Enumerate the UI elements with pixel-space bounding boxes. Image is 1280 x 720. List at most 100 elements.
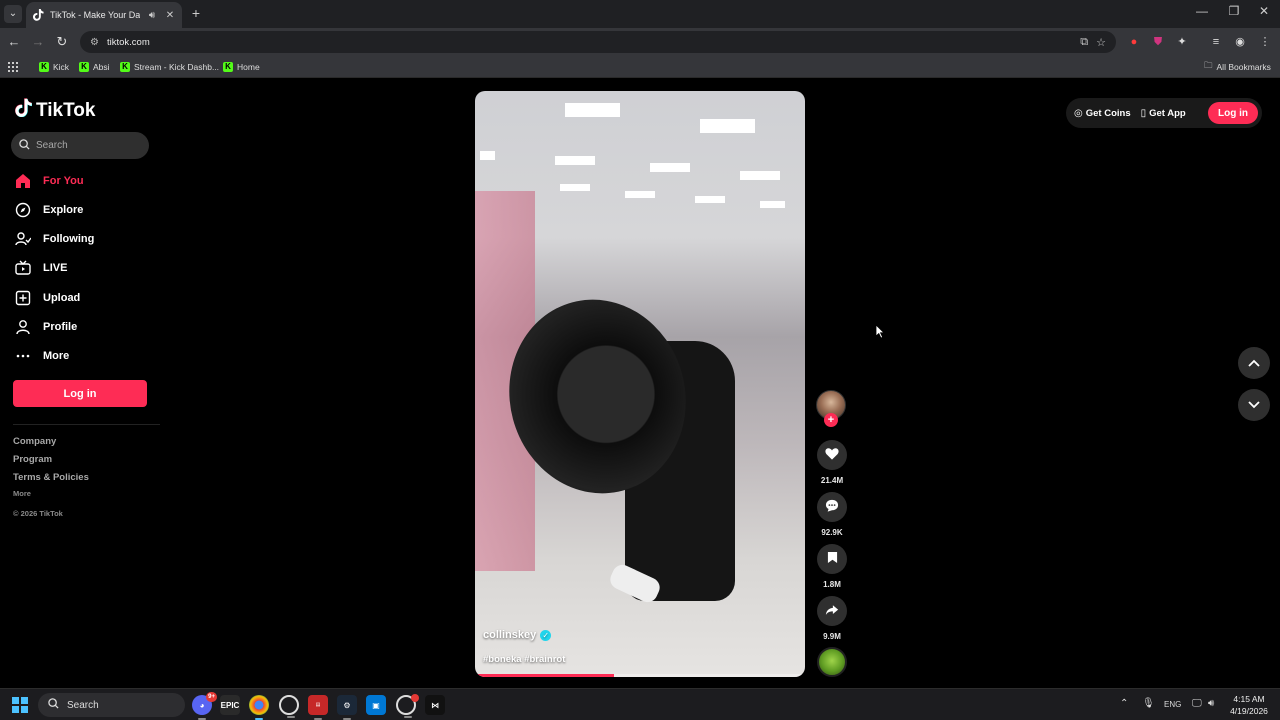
author-name[interactable]: collinskey	[483, 629, 536, 641]
all-bookmarks-label: All Bookmarks	[1216, 62, 1271, 72]
extension-record-icon[interactable]: ●	[1126, 34, 1142, 50]
footer-copyright: © 2026 TikTok	[13, 509, 63, 518]
install-app-icon[interactable]: ⧉	[1080, 36, 1088, 49]
bookmark-stream-dashboard[interactable]: K Stream - Kick Dashb...	[120, 60, 219, 74]
language-indicator[interactable]: ENG	[1164, 700, 1181, 709]
next-video-chevron-down-icon[interactable]	[1238, 389, 1270, 421]
back-arrow-icon[interactable]: ←	[6, 34, 22, 50]
bookmark-home[interactable]: K Home	[223, 60, 260, 74]
comment-bubble-icon	[825, 499, 839, 515]
browser-tabstrip: ⌄ TikTok - Make Your Day 🔊︎ ✕ + — ❐ ✕	[0, 0, 1280, 28]
save-count: 1.8M	[823, 580, 841, 589]
window-app-icon[interactable]: ▣	[366, 695, 386, 715]
steam-app-icon[interactable]: ⚙	[337, 695, 357, 720]
tab-audio-icon[interactable]: 🔊︎	[146, 10, 158, 21]
obs-app-icon[interactable]	[396, 694, 419, 718]
close-window-icon[interactable]: ✕	[1254, 4, 1274, 18]
get-coins-link[interactable]: ◎ Get Coins	[1074, 108, 1131, 119]
footer-program-link[interactable]: Program	[13, 454, 52, 465]
reload-icon[interactable]: ↻	[54, 34, 70, 50]
clock-time: 4:15 AM	[1233, 694, 1265, 704]
sidebar-login-button[interactable]: Log in	[13, 380, 147, 407]
new-tab-button[interactable]: +	[188, 5, 204, 21]
video-hashtags[interactable]: #boneka #brainrot	[483, 654, 565, 665]
kick-icon: K	[223, 62, 233, 72]
music-disc-avatar[interactable]	[817, 647, 847, 677]
epic-games-icon[interactable]: EPIC	[220, 695, 240, 715]
top-login-button[interactable]: Log in	[1208, 102, 1258, 124]
bookmark-label: Home	[237, 62, 260, 72]
chrome-app-icon[interactable]	[249, 695, 269, 720]
nav-for-you[interactable]: For You	[15, 171, 84, 191]
windows-taskbar: Search ◕ 9+ EPIC ▤ ⚙ ▣ ⋈ ⌃ 🎙︎ ENG 🖵︎ 🔊︎ 4…	[0, 688, 1280, 720]
footer-company-link[interactable]: Company	[13, 436, 56, 447]
search-icon	[19, 137, 30, 155]
video-frame-ceiling-lights	[475, 91, 805, 261]
nav-live[interactable]: LIVE	[15, 258, 67, 278]
tab-search-button[interactable]: ⌄	[4, 5, 22, 23]
following-icon	[15, 231, 31, 247]
taskbar-search[interactable]: Search	[38, 693, 185, 717]
site-info-icon[interactable]: ⚙	[90, 37, 99, 48]
restore-window-icon[interactable]: ❐	[1224, 4, 1244, 18]
media-controls-icon[interactable]: ≡	[1208, 34, 1224, 50]
kick-icon: K	[79, 62, 89, 72]
browser-menu-icon[interactable]: ⋮	[1257, 34, 1273, 50]
tiktok-wordmark: TikTok	[36, 99, 96, 121]
taskbar-search-label: Search	[67, 699, 99, 711]
clock-date: 4/19/2026	[1230, 706, 1268, 716]
tab-close-icon[interactable]: ✕	[164, 10, 176, 21]
share-arrow-icon	[825, 604, 839, 619]
coin-icon: ◎	[1074, 107, 1083, 119]
nav-more[interactable]: More	[15, 346, 69, 366]
discord-notification-badge: 9+	[206, 692, 217, 702]
nav-label: For You	[43, 175, 84, 187]
follow-plus-icon[interactable]: +	[824, 413, 838, 427]
share-button[interactable]	[817, 596, 847, 626]
bookmark-label: Stream - Kick Dashb...	[134, 62, 220, 72]
bookmark-star-icon[interactable]: ☆	[1096, 36, 1106, 49]
save-button[interactable]	[817, 544, 847, 574]
comment-button[interactable]	[817, 492, 847, 522]
extensions-puzzle-icon[interactable]: ✦	[1174, 34, 1190, 50]
search-input[interactable]	[36, 140, 136, 151]
like-button[interactable]	[817, 440, 847, 470]
profile-avatar-icon[interactable]: ◉	[1232, 34, 1248, 50]
media-app-icon[interactable]: ▤	[308, 695, 328, 720]
bookmark-label: Absi	[93, 62, 110, 72]
nav-upload[interactable]: Upload	[15, 288, 80, 308]
browser-tab-active[interactable]: TikTok - Make Your Day 🔊︎ ✕	[26, 2, 182, 28]
video-author[interactable]: collinskey ✓	[483, 629, 552, 641]
bookmark-kick[interactable]: K Kick	[39, 60, 69, 74]
tray-expand-chevron-icon[interactable]: ⌃	[1120, 698, 1128, 709]
extension-shield-icon[interactable]: ⛊	[1150, 34, 1166, 50]
footer-terms-link[interactable]: Terms & Policies	[13, 472, 89, 483]
apps-grid-icon[interactable]	[8, 60, 18, 74]
minimize-window-icon[interactable]: —	[1192, 4, 1212, 18]
nav-profile[interactable]: Profile	[15, 317, 77, 337]
tiktok-app-icon[interactable]: ⋈	[425, 695, 445, 715]
bookmark-absi[interactable]: K Absi	[79, 60, 110, 74]
nav-explore[interactable]: Explore	[15, 200, 83, 220]
nav-following[interactable]: Following	[15, 229, 94, 249]
microphone-icon[interactable]: 🎙︎	[1142, 698, 1155, 709]
volume-icon[interactable]: 🔊︎	[1208, 698, 1214, 709]
previous-video-chevron-up-icon[interactable]	[1238, 347, 1270, 379]
circle-app-icon[interactable]	[279, 695, 299, 718]
more-dots-icon	[15, 348, 31, 364]
video-player[interactable]: collinskey ✓ #boneka #brainrot	[475, 91, 805, 677]
all-bookmarks[interactable]: 🗀︎ All Bookmarks	[1204, 60, 1271, 74]
search-bar[interactable]	[11, 132, 149, 159]
system-clock[interactable]: 4:15 AM 4/19/2026	[1226, 693, 1272, 717]
address-bar[interactable]: ⚙ tiktok.com ⧉ ☆	[80, 31, 1116, 53]
address-url[interactable]: tiktok.com	[107, 37, 1072, 48]
forward-arrow-icon[interactable]: →	[30, 34, 46, 50]
tiktok-logo[interactable]: TikTok	[15, 98, 95, 123]
footer-more-link[interactable]: More	[13, 489, 31, 498]
video-progress-bar[interactable]	[475, 674, 805, 677]
nav-label: More	[43, 350, 70, 362]
windows-start-icon[interactable]	[12, 697, 28, 713]
network-icon[interactable]: 🖵︎	[1192, 698, 1202, 709]
get-app-link[interactable]: ▯ Get App	[1141, 108, 1186, 119]
discord-app-icon[interactable]: ◕ 9+	[192, 692, 217, 720]
